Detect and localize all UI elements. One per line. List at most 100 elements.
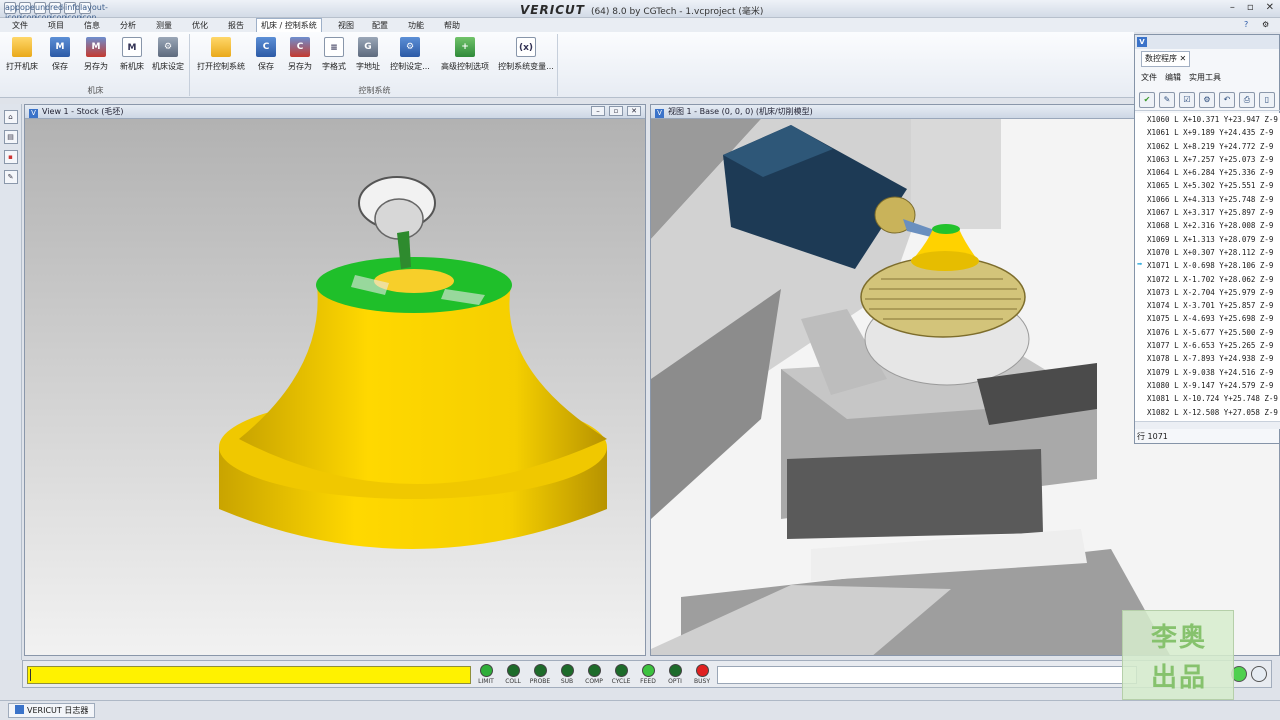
nc-code-line[interactable]: X1077 L X-6.653 Y+25.265 Z-9: [1135, 339, 1280, 352]
save-machine-button[interactable]: M 保存: [42, 37, 78, 72]
menu-help[interactable]: 帮助: [440, 19, 464, 32]
menu-file[interactable]: 文件: [8, 19, 32, 32]
folder-open-icon: [12, 37, 32, 57]
led-indicator-icon: [641, 664, 655, 677]
help-icon[interactable]: ?: [1240, 19, 1252, 30]
led-indicator-icon: [506, 664, 520, 677]
view-close-button[interactable]: ✕: [627, 106, 641, 116]
document-icon[interactable]: ▤: [3, 130, 18, 144]
new-machine-button[interactable]: M 新机床: [114, 37, 150, 72]
undo-icon[interactable]: undo-icon: [34, 2, 58, 22]
nc-code-line[interactable]: X1065 L X+5.302 Y+25.551 Z-9: [1135, 179, 1280, 192]
nc-code-list[interactable]: X1060 L X+10.371 Y+23.947 Z-9 X1061 L X+9…: [1135, 113, 1280, 423]
binoculars-icon[interactable]: ⚙: [1199, 91, 1215, 108]
nc-horizontal-scrollbar[interactable]: [1135, 421, 1280, 429]
nc-code-line[interactable]: X1060 L X+10.371 Y+23.947 Z-9: [1135, 113, 1280, 126]
reset-icon[interactable]: [1251, 666, 1267, 682]
save-control-button[interactable]: C 保存: [248, 37, 284, 72]
tab-close-icon[interactable]: ✕: [1180, 54, 1187, 63]
view-maximize-button[interactable]: ▫: [609, 106, 623, 116]
nc-code-line[interactable]: X1079 L X-9.038 Y+24.516 Z-9: [1135, 366, 1280, 379]
app-icon[interactable]: app-icon: [4, 2, 23, 22]
nc-code-line[interactable]: X1068 L X+2.316 Y+28.008 Z-9: [1135, 219, 1280, 232]
stop-icon[interactable]: ▪: [3, 150, 18, 164]
nc-code-line[interactable]: X1064 L X+6.284 Y+25.336 Z-9: [1135, 166, 1280, 179]
nc-code-line[interactable]: X1062 L X+8.219 Y+24.772 Z-9: [1135, 140, 1280, 153]
edit-icon[interactable]: ✎: [3, 170, 18, 184]
check-icon[interactable]: ✔: [1139, 91, 1155, 108]
verify-icon[interactable]: ☑: [1179, 91, 1195, 108]
menu-report[interactable]: 报告: [224, 19, 248, 32]
nc-code-line[interactable]: X1082 L X-12.508 Y+27.058 Z-9: [1135, 406, 1280, 419]
quick-access-toolbar: app-icon open-icon undo-icon redo-icon i…: [4, 2, 108, 22]
taskbar: VERICUT 日志器: [0, 700, 1280, 720]
menu-view[interactable]: 视图: [334, 19, 358, 32]
machine-settings-icon: ⚙: [158, 37, 178, 57]
open-icon[interactable]: open-icon: [19, 2, 43, 22]
nc-code-line[interactable]: X1075 L X-4.693 Y+25.698 Z-9: [1135, 312, 1280, 325]
edit-program-icon[interactable]: ✎: [1159, 91, 1175, 108]
menu-function[interactable]: 功能: [404, 19, 428, 32]
menu-bar: 文件 项目 信息 分析 测量 优化 报告 机床 / 控制系统 视图 配置 功能 …: [0, 18, 1280, 32]
menu-info[interactable]: 信息: [80, 19, 104, 32]
nc-program-tab[interactable]: 数控程序 ✕: [1135, 51, 1280, 67]
progress-bar: [27, 666, 471, 684]
control-settings-button[interactable]: ⚙ 控制设定...: [388, 37, 432, 72]
menu-project[interactable]: 项目: [44, 19, 68, 32]
nc-code-line[interactable]: X1069 L X+1.313 Y+28.079 Z-9: [1135, 233, 1280, 246]
nc-menu-file[interactable]: 文件: [1141, 71, 1157, 85]
nc-code-line[interactable]: X1061 L X+9.189 Y+24.435 Z-9: [1135, 126, 1280, 139]
save-as-control-button[interactable]: C 另存为: [282, 37, 318, 72]
close-button[interactable]: ✕: [1266, 2, 1274, 13]
advanced-control-button[interactable]: + 高级控制选项: [440, 37, 490, 72]
group-caption-control: 控制系统: [358, 86, 391, 95]
view-icon: V: [29, 109, 38, 118]
minimize-button[interactable]: –: [1230, 2, 1235, 13]
word-address-icon: G: [358, 37, 378, 57]
watermark-line-1: 李奥: [1150, 623, 1207, 653]
settings-icon[interactable]: ⚙: [1258, 19, 1273, 30]
layout-icon[interactable]: layout-icon: [79, 2, 108, 22]
open-machine-button[interactable]: 打开机床: [4, 37, 40, 72]
word-format-button[interactable]: ≡ 字格式: [316, 37, 352, 72]
vericut-logger-task[interactable]: VERICUT 日志器: [8, 703, 96, 718]
nc-window-titlebar: V: [1135, 35, 1279, 49]
nc-menu-utilities[interactable]: 实用工具: [1189, 71, 1221, 85]
nc-code-line[interactable]: X1076 L X-5.677 Y+25.500 Z-9: [1135, 326, 1280, 339]
nc-code-line[interactable]: X1063 L X+7.257 Y+25.073 Z-9: [1135, 153, 1280, 166]
save-as-machine-button[interactable]: M 另存为: [78, 37, 114, 72]
nc-code-line[interactable]: X1081 L X-10.724 Y+25.748 Z-9: [1135, 392, 1280, 405]
project-tree-icon[interactable]: ⌂: [3, 110, 18, 124]
stock-3d-canvas[interactable]: [25, 119, 645, 655]
open-control-button[interactable]: 打开控制系统: [196, 37, 246, 72]
menu-measure[interactable]: 测量: [152, 19, 176, 32]
nc-code-line[interactable]: X1080 L X-9.147 Y+24.579 Z-9: [1135, 379, 1280, 392]
undo-icon[interactable]: ↶: [1219, 91, 1235, 108]
nc-code-line[interactable]: X1078 L X-7.893 Y+24.938 Z-9: [1135, 352, 1280, 365]
save-control-icon: C: [256, 37, 276, 57]
menu-machine-control[interactable]: 机床 / 控制系统: [256, 18, 322, 32]
view-icon: V: [655, 109, 664, 118]
view-stock[interactable]: V View 1 - Stock (毛坯) – ▫ ✕: [24, 104, 646, 656]
nc-menu-edit[interactable]: 编辑: [1165, 71, 1181, 85]
print-icon[interactable]: ⎙: [1239, 91, 1255, 108]
menu-optimize[interactable]: 优化: [188, 19, 212, 32]
nc-program-window[interactable]: V 数控程序 ✕ 文件 编辑 实用工具 ✔ ✎ ☑ ⚙ ↶ ⎙ ▯ X1060 …: [1134, 34, 1280, 444]
nc-code-line[interactable]: X1070 L X+0.307 Y+28.112 Z-9: [1135, 246, 1280, 259]
info-icon[interactable]: info-icon: [64, 2, 83, 22]
redo-icon[interactable]: redo-icon: [49, 2, 71, 22]
menu-analysis[interactable]: 分析: [116, 19, 140, 32]
control-variables-button[interactable]: (x) 控制系统变量...: [498, 37, 554, 72]
machine-settings-button[interactable]: ⚙ 机床设定: [150, 37, 186, 72]
nc-code-line[interactable]: X1074 L X-3.701 Y+25.857 Z-9: [1135, 299, 1280, 312]
nc-code-line[interactable]: ➡ X1071 L X-0.698 Y+28.106 Z-9: [1135, 259, 1280, 272]
nc-code-line[interactable]: X1066 L X+4.313 Y+25.748 Z-9: [1135, 193, 1280, 206]
nc-code-line[interactable]: X1073 L X-2.704 Y+25.979 Z-9: [1135, 286, 1280, 299]
nc-code-line[interactable]: X1072 L X-1.702 Y+28.062 Z-9: [1135, 273, 1280, 286]
maximize-button[interactable]: ▫: [1247, 2, 1254, 13]
menu-config[interactable]: 配置: [368, 19, 392, 32]
panel-icon[interactable]: ▯: [1259, 91, 1275, 108]
nc-code-line[interactable]: X1067 L X+3.317 Y+25.897 Z-9: [1135, 206, 1280, 219]
view-minimize-button[interactable]: –: [591, 106, 605, 116]
word-address-button[interactable]: G 字地址: [350, 37, 386, 72]
